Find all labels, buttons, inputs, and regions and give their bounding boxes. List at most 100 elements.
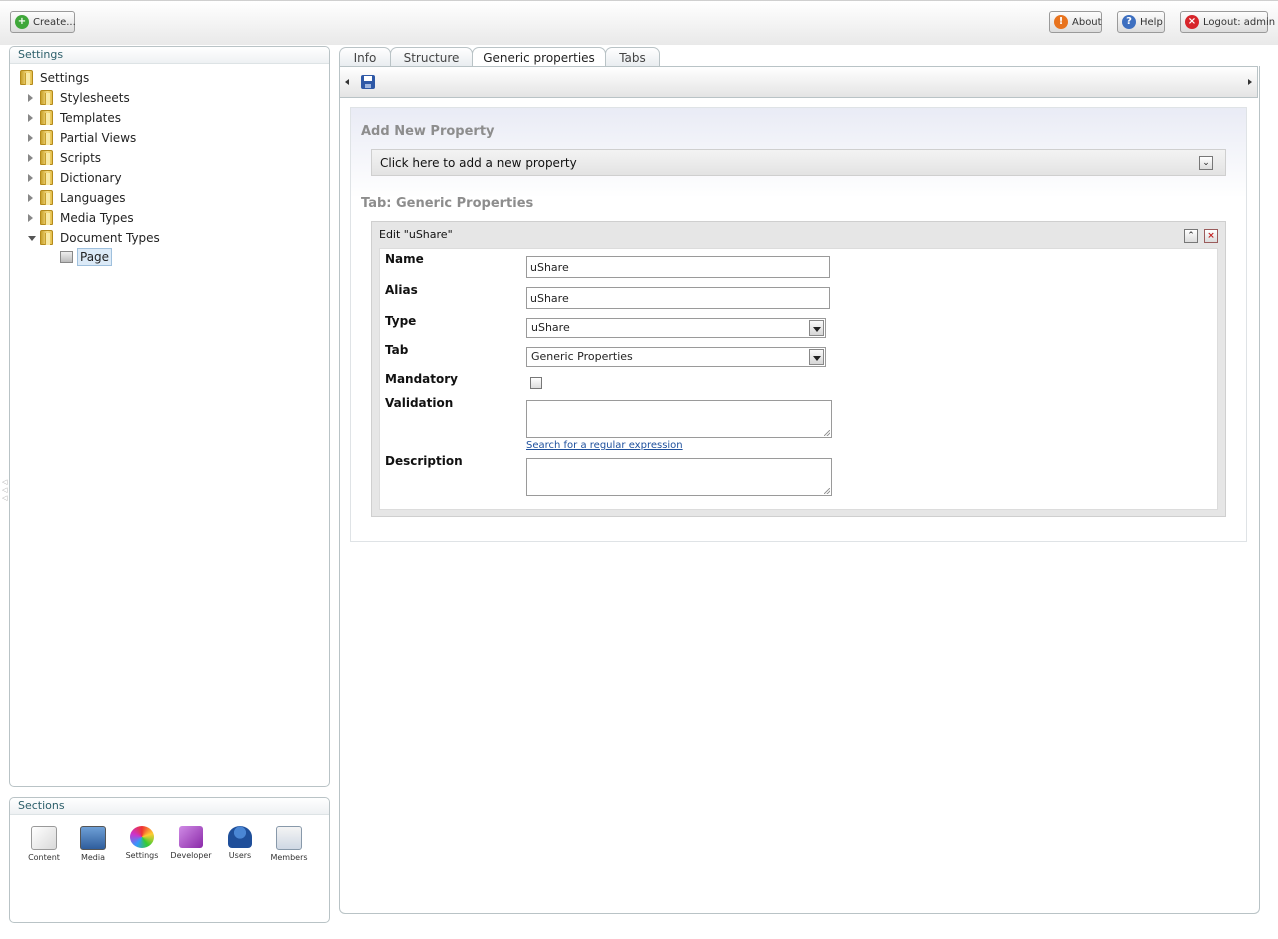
- section-settings[interactable]: Settings: [118, 826, 166, 860]
- tab-info-label: Info: [353, 51, 377, 65]
- tab-tabs-label: Tabs: [619, 51, 646, 65]
- section-developer[interactable]: Developer: [167, 826, 215, 860]
- sections-panel: Sections Content Media Settings Developer Us…: [9, 797, 330, 923]
- description-textarea[interactable]: [526, 458, 832, 496]
- validation-textarea[interactable]: [526, 400, 832, 438]
- expand-arrow-icon[interactable]: [28, 114, 33, 122]
- help-label: Help: [1140, 17, 1163, 28]
- delete-icon[interactable]: ×: [1204, 229, 1218, 243]
- expand-arrow-icon[interactable]: [28, 134, 33, 142]
- collapse-icon[interactable]: ⌃: [1184, 229, 1198, 243]
- section-label: Developer: [170, 851, 212, 860]
- create-button[interactable]: + Create...: [10, 11, 76, 33]
- tree-root-label: Settings: [40, 71, 90, 85]
- section-label: Members: [270, 853, 308, 862]
- expand-arrow-icon[interactable]: [28, 94, 33, 102]
- close-icon: ×: [1185, 15, 1199, 29]
- tab-generic-properties-label: Generic properties: [483, 51, 595, 65]
- save-icon[interactable]: [361, 75, 375, 89]
- members-icon: [276, 826, 302, 850]
- top-bar: + Create... ! About ? Help × Logout: adm…: [0, 0, 1278, 45]
- folder-icon: [40, 170, 53, 185]
- tree-item-label: Languages: [60, 191, 126, 205]
- chevron-down-icon: [809, 320, 824, 336]
- alias-input[interactable]: [526, 287, 830, 309]
- about-button[interactable]: ! About: [1049, 11, 1102, 33]
- section-label: Media: [80, 853, 106, 862]
- expand-arrow-icon[interactable]: [28, 194, 33, 202]
- info-icon: !: [1054, 15, 1068, 29]
- chevron-down-icon[interactable]: ⌄: [1199, 156, 1213, 170]
- scroll-right-icon[interactable]: [1248, 79, 1252, 85]
- type-select-value: uShare: [531, 321, 570, 334]
- mandatory-label: Mandatory: [385, 372, 458, 386]
- help-icon: ?: [1122, 15, 1136, 29]
- settings-icon: [130, 826, 154, 848]
- folder-icon: [40, 130, 53, 145]
- content-icon: [31, 826, 57, 850]
- tree-child-label: Page: [77, 248, 113, 266]
- folder-icon: [20, 70, 33, 85]
- name-label: Name: [385, 252, 424, 266]
- validation-label: Validation: [385, 396, 454, 410]
- plus-icon: +: [15, 15, 29, 29]
- description-label: Description: [385, 454, 463, 468]
- tree-item-label: Stylesheets: [60, 91, 130, 105]
- mandatory-checkbox[interactable]: [530, 377, 542, 389]
- expanded-arrow-icon[interactable]: [28, 236, 36, 241]
- section-label: Users: [228, 851, 252, 860]
- section-users[interactable]: Users: [216, 826, 264, 860]
- tree-item-label: Scripts: [60, 151, 102, 165]
- folder-icon: [40, 190, 53, 205]
- developer-icon: [179, 826, 203, 848]
- section-media[interactable]: Media: [69, 826, 117, 862]
- about-label: About: [1072, 17, 1102, 28]
- settings-panel-title: Settings: [10, 47, 329, 64]
- tab-structure-label: Structure: [403, 51, 460, 65]
- create-label: Create...: [33, 17, 76, 28]
- tab-heading: Tab: Generic Properties: [361, 196, 534, 211]
- tab-structure[interactable]: Structure: [390, 47, 473, 68]
- tab-label: Tab: [385, 343, 409, 357]
- type-select[interactable]: uShare: [526, 318, 826, 338]
- expand-arrow-icon[interactable]: [28, 214, 33, 222]
- folder-icon: [40, 110, 53, 125]
- logout-label: Logout: admin: [1203, 17, 1276, 28]
- add-property-label: Click here to add a new property: [380, 156, 577, 170]
- section-label: Content: [28, 853, 60, 862]
- add-property-bar[interactable]: Click here to add a new property ⌄: [371, 149, 1226, 176]
- tree-item-label: Media Types: [60, 211, 134, 225]
- section-content[interactable]: Content: [20, 826, 68, 862]
- alias-label: Alias: [385, 283, 418, 297]
- help-button[interactable]: ? Help: [1117, 11, 1165, 33]
- expand-arrow-icon[interactable]: [28, 174, 33, 182]
- section-members[interactable]: Members: [265, 826, 313, 862]
- expand-arrow-icon[interactable]: [28, 154, 33, 162]
- type-label: Type: [385, 314, 417, 328]
- tree-item-label: Dictionary: [60, 171, 122, 185]
- splitter-handle[interactable]: ◁ ◁ ◁: [2, 478, 7, 502]
- add-property-heading: Add New Property: [361, 124, 495, 139]
- chevron-down-icon: [809, 349, 824, 365]
- media-icon: [80, 826, 106, 850]
- regex-link[interactable]: Search for a regular expression: [526, 440, 683, 451]
- folder-icon: [40, 230, 53, 245]
- name-input[interactable]: [526, 256, 830, 278]
- tree-item-label: Partial Views: [60, 131, 137, 145]
- folder-icon: [40, 150, 53, 165]
- doctype-icon: [60, 251, 73, 263]
- users-icon: [228, 826, 252, 848]
- scroll-left-icon[interactable]: [345, 79, 349, 85]
- sections-panel-title: Sections: [10, 798, 329, 815]
- logout-button[interactable]: × Logout: admin: [1180, 11, 1275, 33]
- tree-item-label: Templates: [60, 111, 122, 125]
- tree-item-label: Document Types: [60, 231, 160, 245]
- tab-info[interactable]: Info: [339, 47, 391, 68]
- tab-tabs[interactable]: Tabs: [605, 47, 660, 68]
- edit-title: Edit "uShare": [379, 228, 453, 241]
- tab-select[interactable]: Generic Properties: [526, 347, 826, 367]
- tab-select-value: Generic Properties: [531, 350, 633, 363]
- folder-icon: [40, 90, 53, 105]
- folder-icon: [40, 210, 53, 225]
- toolbar: [339, 66, 1258, 98]
